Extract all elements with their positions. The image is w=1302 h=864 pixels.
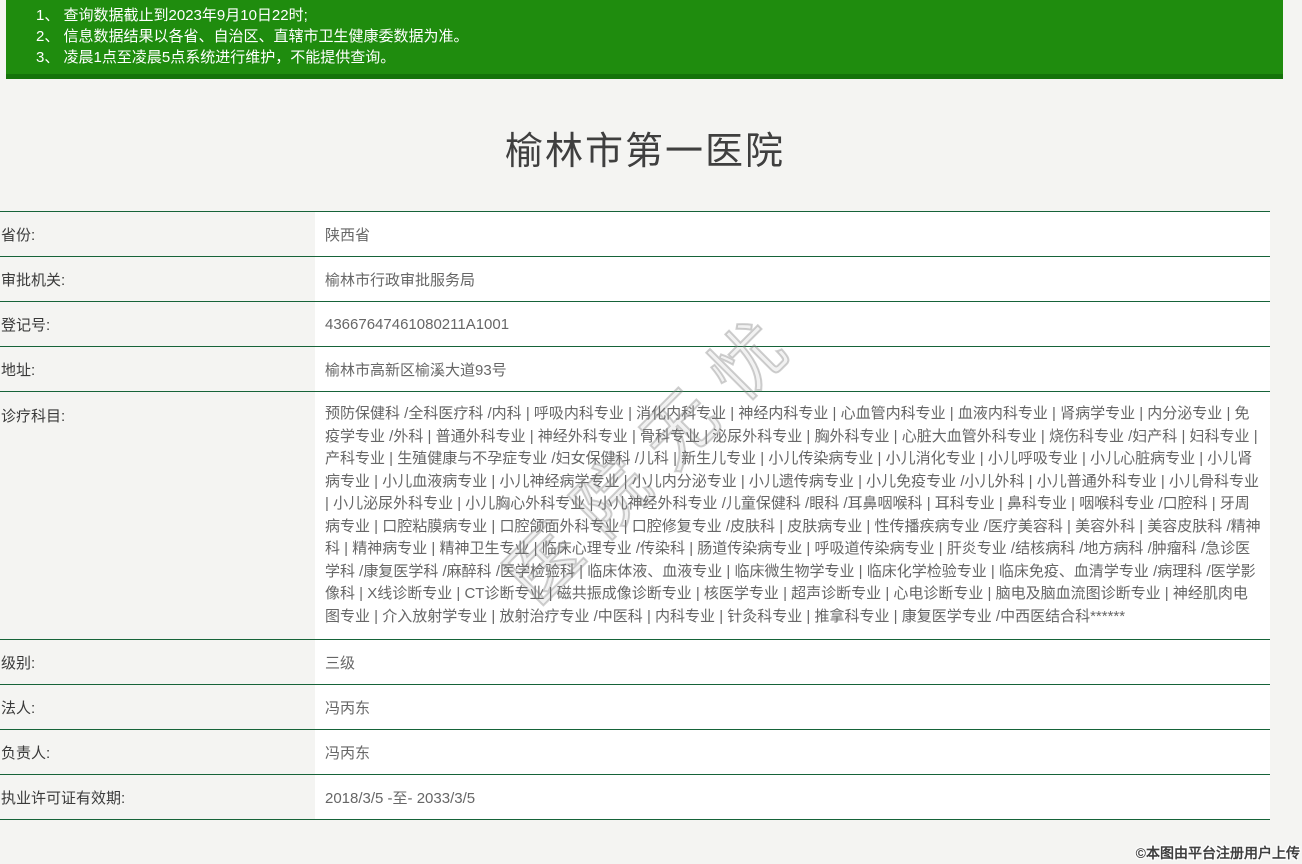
row-value: 榆林市行政审批服务局 [315, 257, 1270, 301]
info-table: 省份: 陕西省 审批机关: 榆林市行政审批服务局 登记号: 4366764746… [0, 211, 1270, 820]
row-label: 诊疗科目: [0, 392, 315, 639]
table-row-person-in-charge: 负责人: 冯丙东 [0, 730, 1270, 775]
row-label: 执业许可证有效期: [0, 775, 315, 819]
page-title: 榆林市第一医院 [504, 131, 785, 173]
row-label: 审批机关: [0, 257, 315, 301]
row-value: 冯丙东 [315, 730, 1270, 774]
row-label: 法人: [0, 685, 315, 729]
notice-line-2: 2、 信息数据结果以各省、自治区、直辖市卫生健康委数据为准。 [36, 28, 469, 45]
row-label: 省份: [0, 212, 315, 256]
row-label: 负责人: [0, 730, 315, 774]
table-row-license-validity: 执业许可证有效期: 2018/3/5 -至- 2033/3/5 [0, 775, 1270, 820]
table-row-province: 省份: 陕西省 [0, 212, 1270, 257]
table-row-level: 级别: 三级 [0, 640, 1270, 685]
notice-line-1: 1、 查询数据截止到2023年9月10日22时; [36, 7, 308, 24]
table-row-address: 地址: 榆林市高新区榆溪大道93号 [0, 347, 1270, 392]
row-value: 三级 [315, 640, 1270, 684]
table-row-approval-authority: 审批机关: 榆林市行政审批服务局 [0, 257, 1270, 302]
upload-watermark: ©本图由平台注册用户上传 [1135, 845, 1300, 861]
row-value: 榆林市高新区榆溪大道93号 [315, 347, 1270, 391]
row-value: 2018/3/5 -至- 2033/3/5 [315, 775, 1270, 819]
row-label: 级别: [0, 640, 315, 684]
row-value: 预防保健科 /全科医疗科 /内科 | 呼吸内科专业 | 消化内科专业 | 神经内… [315, 392, 1270, 639]
table-row-legal-person: 法人: 冯丙东 [0, 685, 1270, 730]
row-label: 登记号: [0, 302, 315, 346]
row-value: 冯丙东 [315, 685, 1270, 729]
row-value: 陕西省 [315, 212, 1270, 256]
table-row-registration-number: 登记号: 43667647461080211A1001 [0, 302, 1270, 347]
notice-banner: 1、 查询数据截止到2023年9月10日22时; 2、 信息数据结果以各省、自治… [6, 0, 1283, 79]
table-row-medical-subjects: 诊疗科目: 预防保健科 /全科医疗科 /内科 | 呼吸内科专业 | 消化内科专业… [0, 392, 1270, 640]
row-value: 43667647461080211A1001 [315, 302, 1270, 346]
row-label: 地址: [0, 347, 315, 391]
notice-line-3: 3、 凌晨1点至凌晨5点系统进行维护，不能提供查询。 [36, 49, 396, 66]
